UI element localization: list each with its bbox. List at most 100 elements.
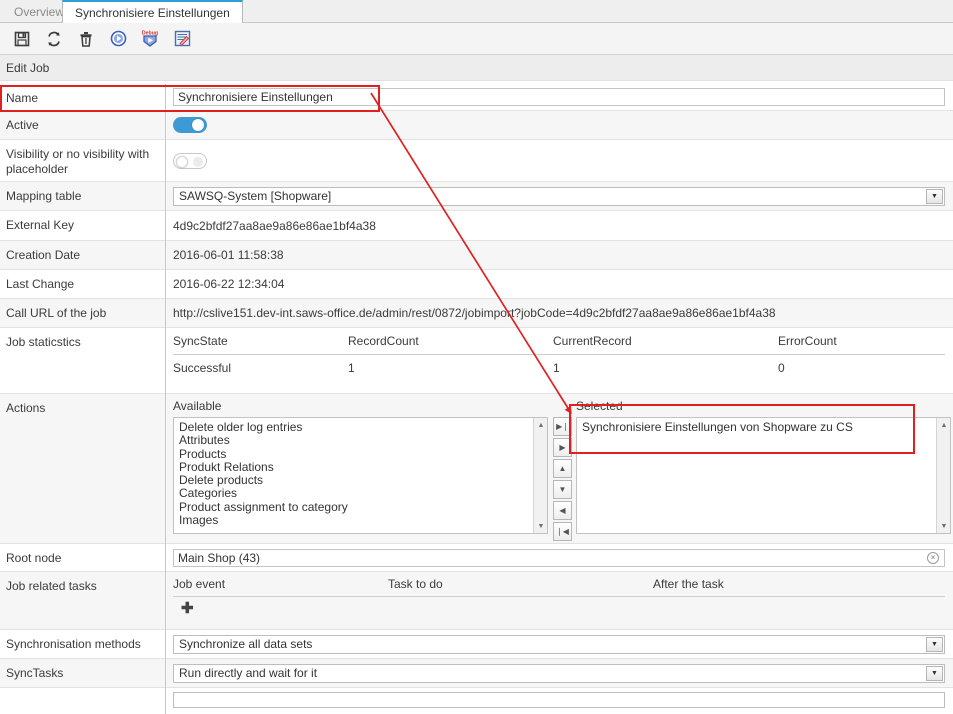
cell-errorcount: 0 [778,361,785,375]
list-item[interactable]: Delete products [177,473,547,487]
list-item[interactable]: Delete older log entries [177,420,547,434]
row-job-related-tasks: Job related tasks Job event Task to do A… [0,572,953,630]
field-call-url: http://cslive151.dev-int.saws-office.de/… [165,299,953,327]
available-list-scrollbar[interactable]: ▲ ▼ [533,418,547,533]
page-title: Edit Job [0,55,953,81]
label-last-change: Last Change [6,277,75,291]
label-visibility: Visibility or no visibility with placeho… [6,147,150,176]
label-root-node: Root node [6,551,62,565]
list-item[interactable]: Produkt Relations [177,460,547,474]
add-task-row: ✚ [173,597,945,622]
column-header-currentrecord: CurrentRecord [553,334,632,348]
row-external-key: External Key 4d9c2bfdf27aa8ae9a86e86ae1b… [0,211,953,241]
chevron-down-icon[interactable]: ▼ [926,665,943,681]
list-item[interactable]: Categories [177,487,547,501]
label-next-partial [0,688,165,712]
tab-synchronisiere-einstellungen-label: Synchronisiere Einstellungen [75,6,230,20]
debug-play-icon: Debug [142,30,158,47]
scroll-up-icon[interactable]: ▲ [534,418,547,432]
refresh-button[interactable] [40,26,68,52]
run-button[interactable] [104,26,132,52]
label-creation-date: Creation Date [6,248,81,262]
root-node-input[interactable] [173,548,945,567]
job-statistics-table: SyncState RecordCount CurrentRecord Erro… [173,328,945,381]
clear-icon[interactable]: × [927,551,939,564]
field-job-related-tasks: Job event Task to do After the task ✚ [165,572,953,629]
row-sync-tasks: SyncTasks Run directly and wait for it ▼ [0,659,953,688]
label-sync-tasks: SyncTasks [6,666,64,680]
active-toggle[interactable] [173,117,207,133]
available-column: Available Delete older log entries Attri… [173,399,548,534]
cell-recordcount: 1 [348,361,355,375]
mapping-table-value: SAWSQ-System [Shopware] [179,189,332,203]
next-partial-select[interactable] [173,692,945,708]
cell-currentrecord: 1 [553,361,560,375]
sync-methods-value: Synchronize all data sets [179,637,313,651]
available-list[interactable]: Delete older log entries Attributes Prod… [173,417,548,534]
column-header-errorcount: ErrorCount [778,334,837,348]
available-list-items: Delete older log entries Attributes Prod… [174,418,547,527]
move-left-button[interactable]: ◀ [553,501,572,520]
list-item[interactable]: Product assignment to category [177,500,547,514]
scroll-down-icon[interactable]: ▼ [937,519,950,533]
delete-button[interactable] [72,26,100,52]
move-up-button[interactable]: ▲ [553,459,572,478]
field-sync-methods: Synchronize all data sets ▼ [165,630,953,658]
debug-button[interactable]: Debug [136,26,164,52]
label-actions: Actions [6,401,46,415]
label-sync-methods: Synchronisation methods [6,637,141,651]
list-item[interactable]: Images [177,513,547,527]
list-item[interactable]: Attributes [177,433,547,447]
sync-tasks-select[interactable]: Run directly and wait for it ▼ [173,663,945,683]
field-mapping-table: SAWSQ-System [Shopware] ▼ [165,182,953,210]
call-url-value: http://cslive151.dev-int.saws-office.de/… [173,306,776,320]
row-job-statistics: Job staticstics SyncState RecordCount Cu… [0,328,953,394]
svg-text:Debug: Debug [142,30,158,36]
toolbar: Debug [0,23,953,55]
field-creation-date: 2016-06-01 11:58:38 [165,241,953,269]
sync-methods-select[interactable]: Synchronize all data sets ▼ [173,634,945,654]
field-external-key: 4d9c2bfdf27aa8ae9a86e86ae1bf4a38 [165,211,953,240]
row-sync-methods: Synchronisation methods Synchronize all … [0,630,953,659]
mapping-table-select[interactable]: SAWSQ-System [Shopware] ▼ [173,186,945,206]
column-header-syncstate: SyncState [173,334,228,348]
column-header-task-to-do: Task to do [388,577,443,591]
tab-synchronisiere-einstellungen[interactable]: Synchronisiere Einstellungen [62,0,243,24]
creation-date-value: 2016-06-01 11:58:38 [173,248,284,262]
row-mapping-table: Mapping table SAWSQ-System [Shopware] ▼ [0,182,953,211]
move-all-left-button[interactable]: ❘◀ [553,522,572,541]
external-key-value: 4d9c2bfdf27aa8ae9a86e86ae1bf4a38 [173,218,376,233]
tab-bar: Overview Synchronisiere Einstellungen [0,0,953,24]
visibility-toggle-knob [176,155,188,168]
field-next-partial [165,688,953,712]
edit-script-button[interactable] [168,26,196,52]
edit-script-icon [174,30,190,47]
floppy-disk-icon [14,31,30,46]
scroll-up-icon[interactable]: ▲ [937,418,950,432]
table-row[interactable]: Successful 1 1 0 [173,355,945,381]
refresh-icon [48,31,60,46]
field-visibility [165,140,953,181]
active-toggle-knob [192,119,204,131]
row-creation-date: Creation Date 2016-06-01 11:58:38 [0,241,953,270]
row-root-node: Root node × [0,544,953,572]
label-active: Active [6,118,39,132]
list-item[interactable]: Products [177,447,547,461]
chevron-down-icon[interactable]: ▼ [926,636,943,652]
scroll-down-icon[interactable]: ▼ [534,519,547,533]
move-down-button[interactable]: ▼ [553,480,572,499]
plus-icon[interactable]: ✚ [181,600,194,617]
row-next-partial [0,688,953,712]
selected-list-scrollbar[interactable]: ▲ ▼ [936,418,950,533]
field-job-statistics: SyncState RecordCount CurrentRecord Erro… [165,328,953,393]
row-call-url: Call URL of the job http://cslive151.dev… [0,299,953,328]
row-visibility: Visibility or no visibility with placeho… [0,140,953,182]
chevron-down-icon[interactable]: ▼ [926,188,943,204]
save-button[interactable] [8,26,36,52]
field-active [165,111,953,139]
visibility-toggle[interactable] [173,152,207,169]
label-call-url: Call URL of the job [6,306,107,320]
sync-tasks-value: Run directly and wait for it [179,666,318,680]
play-circle-icon [110,30,126,47]
table-header-row: Job event Task to do After the task [173,572,945,597]
